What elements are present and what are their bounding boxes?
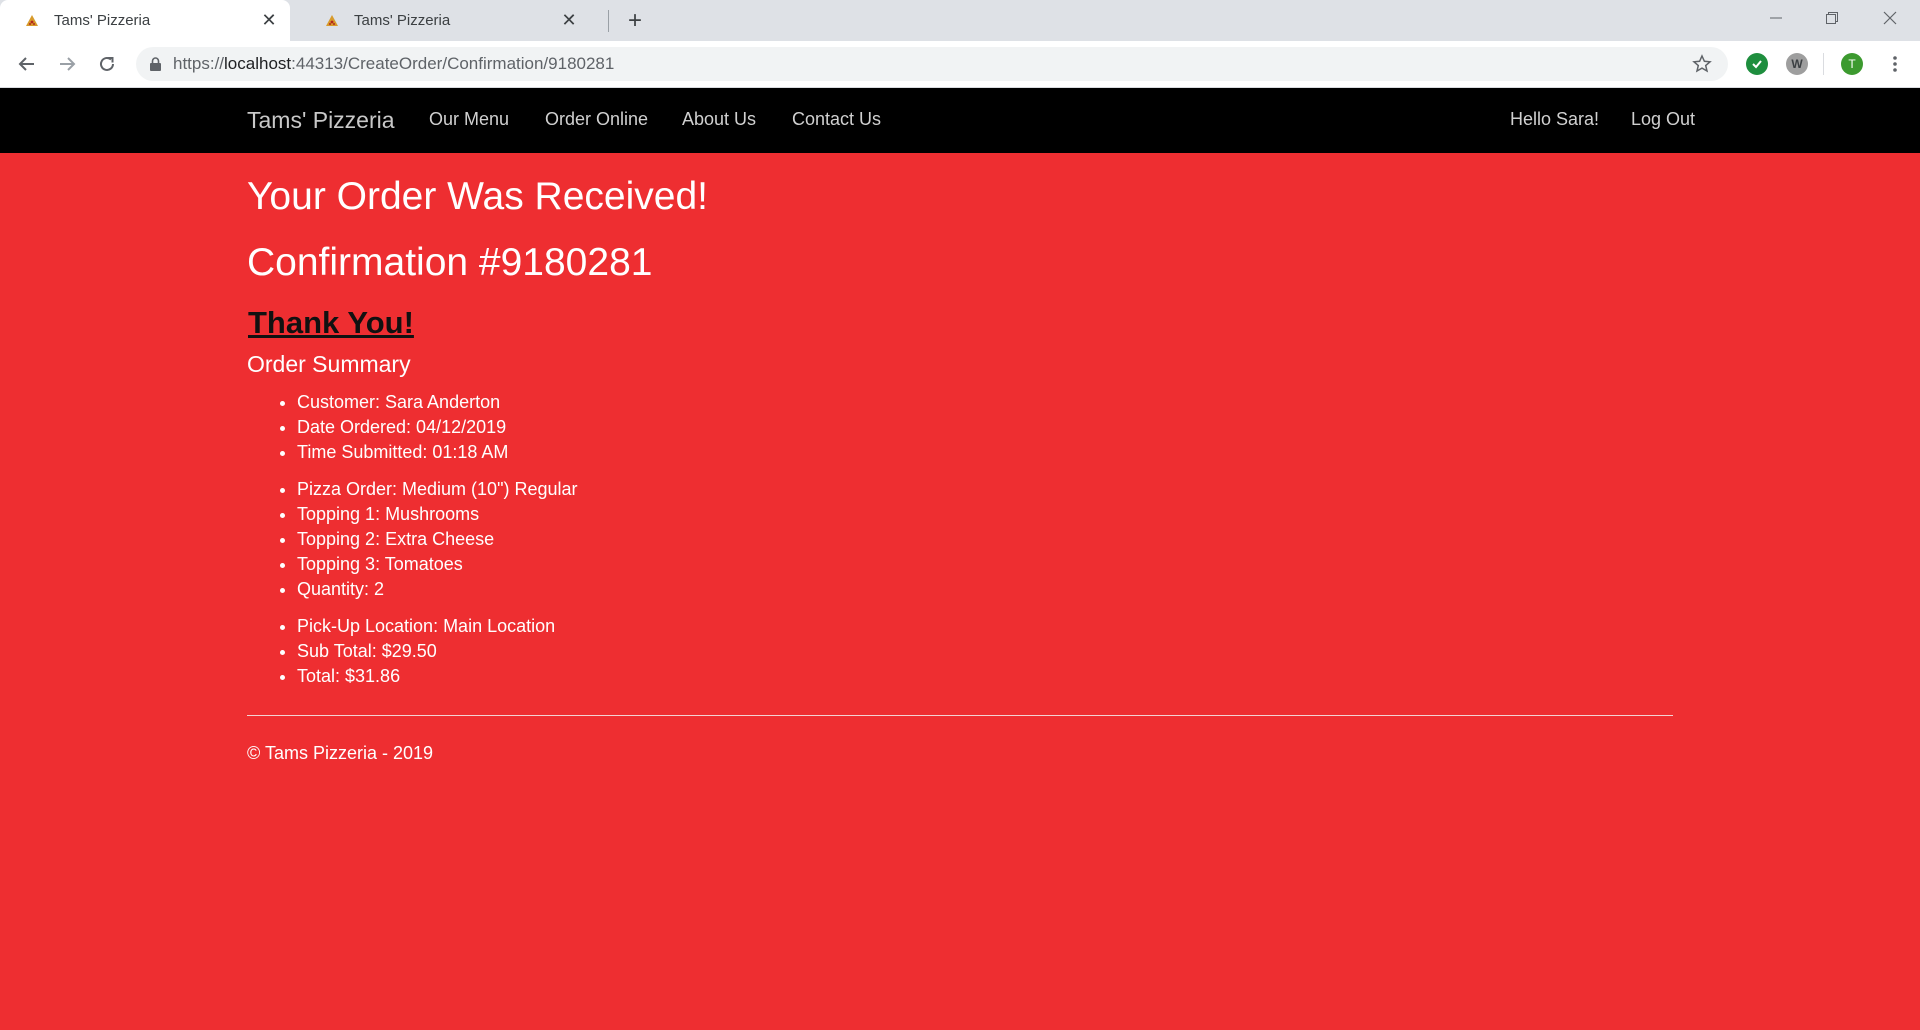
toolbar-divider bbox=[1823, 53, 1824, 75]
close-tab-icon[interactable]: ✕ bbox=[558, 10, 580, 32]
footer-copyright: © Tams Pizzeria - 2019 bbox=[247, 743, 434, 763]
list-item: Total: $31.86 bbox=[297, 664, 555, 689]
nav-greeting[interactable]: Hello Sara! bbox=[1510, 109, 1599, 130]
back-arrow-icon[interactable] bbox=[12, 49, 42, 79]
payment-info-list: Pick-Up Location: Main Location Sub Tota… bbox=[247, 614, 555, 689]
nav-link-about-us[interactable]: About Us bbox=[682, 109, 756, 130]
browser-tab-active[interactable]: Tams' Pizzeria ✕ bbox=[0, 0, 290, 41]
pizza-favicon-icon bbox=[24, 13, 40, 29]
more-menu-icon[interactable] bbox=[1880, 49, 1910, 79]
brand-link[interactable]: Tams' Pizzeria bbox=[247, 107, 395, 134]
list-item: Time Submitted: 01:18 AM bbox=[297, 440, 508, 465]
footer-divider bbox=[247, 715, 1673, 716]
list-item: Topping 2: Extra Cheese bbox=[297, 527, 578, 552]
list-item: Pizza Order: Medium (10") Regular bbox=[297, 477, 578, 502]
customer-info-list: Customer: Sara Anderton Date Ordered: 04… bbox=[247, 390, 508, 465]
list-item: Pick-Up Location: Main Location bbox=[297, 614, 555, 639]
thank-you-heading: Thank You! bbox=[248, 305, 414, 340]
new-tab-plus-icon[interactable]: + bbox=[622, 7, 648, 34]
tab-title: Tams' Pizzeria bbox=[54, 12, 151, 29]
confirmation-number: Confirmation #9180281 bbox=[247, 241, 653, 284]
extension-w-icon[interactable]: W bbox=[1786, 53, 1808, 75]
close-tab-icon[interactable]: ✕ bbox=[258, 10, 280, 32]
list-item: Topping 3: Tomatoes bbox=[297, 552, 578, 577]
forward-arrow-icon[interactable] bbox=[52, 49, 82, 79]
lock-icon[interactable] bbox=[150, 57, 161, 71]
url-text: https://localhost:44313/CreateOrder/Conf… bbox=[173, 54, 615, 73]
browser-toolbar: https://localhost:44313/CreateOrder/Conf… bbox=[0, 41, 1920, 88]
nav-link-order-online[interactable]: Order Online bbox=[545, 109, 648, 130]
list-item: Topping 1: Mushrooms bbox=[297, 502, 578, 527]
order-summary-title: Order Summary bbox=[247, 351, 411, 377]
page-title: Your Order Was Received! bbox=[247, 175, 708, 218]
bookmark-star-icon[interactable] bbox=[1690, 52, 1714, 76]
list-item: Sub Total: $29.50 bbox=[297, 639, 555, 664]
list-item: Quantity: 2 bbox=[297, 577, 578, 602]
close-window-icon[interactable] bbox=[1862, 0, 1918, 36]
site-navbar: Tams' Pizzeria Our Menu Order Online Abo… bbox=[0, 88, 1920, 153]
pizza-info-list: Pizza Order: Medium (10") Regular Toppin… bbox=[247, 477, 578, 602]
tab-title: Tams' Pizzeria bbox=[354, 12, 451, 29]
browser-tab[interactable]: Tams' Pizzeria ✕ bbox=[300, 0, 590, 41]
list-item: Date Ordered: 04/12/2019 bbox=[297, 415, 508, 440]
nav-link-contact-us[interactable]: Contact Us bbox=[792, 109, 881, 130]
restore-window-icon[interactable] bbox=[1804, 0, 1860, 36]
extension-check-icon[interactable] bbox=[1746, 53, 1768, 75]
minimize-window-icon[interactable] bbox=[1748, 0, 1804, 36]
pizza-favicon-icon bbox=[324, 13, 340, 29]
tab-divider bbox=[608, 10, 609, 32]
browser-tab-strip: Tams' Pizzeria ✕ Tams' Pizzeria ✕ + bbox=[0, 0, 1920, 41]
nav-logout-link[interactable]: Log Out bbox=[1631, 109, 1695, 130]
profile-avatar[interactable]: T bbox=[1841, 53, 1863, 75]
reload-icon[interactable] bbox=[92, 49, 122, 79]
list-item: Customer: Sara Anderton bbox=[297, 390, 508, 415]
address-bar[interactable]: https://localhost:44313/CreateOrder/Conf… bbox=[136, 47, 1728, 81]
nav-link-our-menu[interactable]: Our Menu bbox=[429, 109, 509, 130]
